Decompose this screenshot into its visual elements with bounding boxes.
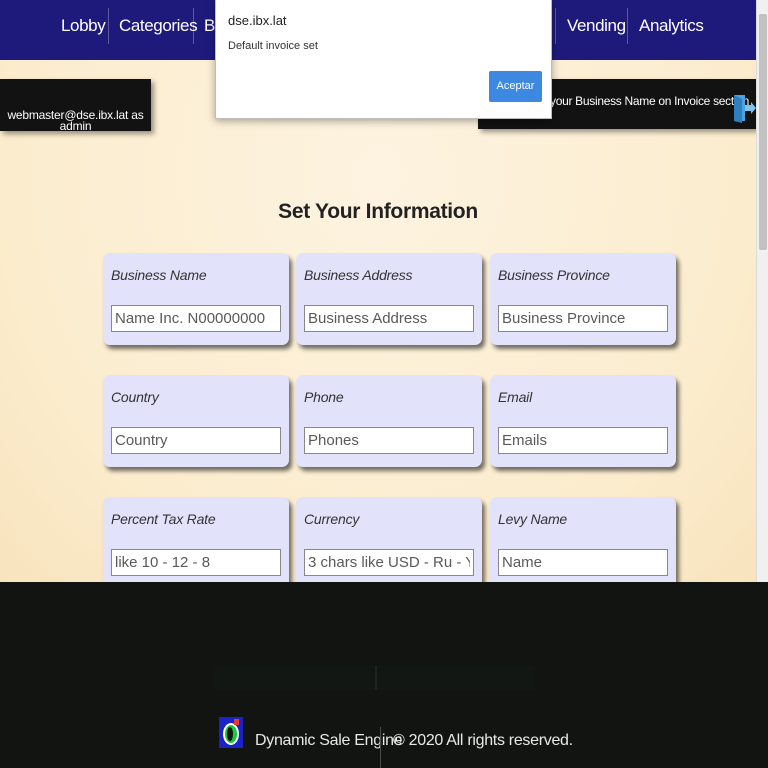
- nav-lobby[interactable]: Lobby: [51, 8, 115, 44]
- nav-divider: [555, 8, 556, 44]
- dialog-message: Default invoice set: [228, 40, 318, 52]
- email-label: Email: [498, 389, 533, 405]
- dialog-origin: dse.ibx.lat: [228, 13, 287, 28]
- currency-input[interactable]: [304, 549, 474, 576]
- business-name-input[interactable]: [111, 305, 281, 332]
- nav-vending[interactable]: Vending: [557, 8, 636, 44]
- email-input[interactable]: [498, 427, 668, 454]
- levy-name-card: Levy Name: [490, 497, 676, 582]
- footer-decoration: [215, 666, 535, 690]
- tax-rate-input[interactable]: [111, 549, 281, 576]
- business-name-card: Business Name: [103, 253, 289, 345]
- currency-card: Currency: [296, 497, 482, 582]
- email-card: Email: [490, 375, 676, 467]
- phone-label: Phone: [304, 389, 344, 405]
- nav-divider: [627, 8, 628, 44]
- business-name-label: Business Name: [111, 267, 207, 283]
- tax-rate-card: Percent Tax Rate: [103, 497, 289, 582]
- scrollbar-thumb[interactable]: [759, 14, 767, 250]
- country-card: Country: [103, 375, 289, 467]
- user-badge: webmaster@dse.ibx.lat as admin: [0, 79, 151, 133]
- alert-dialog: dse.ibx.lat Default invoice set Aceptar: [215, 0, 552, 119]
- country-label: Country: [111, 389, 159, 405]
- vertical-scrollbar[interactable]: [756, 0, 768, 582]
- phone-input[interactable]: [304, 427, 474, 454]
- business-address-input[interactable]: [304, 305, 474, 332]
- user-role: admin: [59, 119, 92, 133]
- business-address-label: Business Address: [304, 267, 413, 283]
- notice-text: your Business Name on Invoice section: [550, 94, 750, 108]
- currency-label: Currency: [304, 511, 360, 527]
- levy-name-label: Levy Name: [498, 511, 568, 527]
- business-province-card: Business Province: [490, 253, 676, 345]
- exit-door-icon[interactable]: [732, 93, 756, 123]
- business-province-input[interactable]: [498, 305, 668, 332]
- form-title: Set Your Information: [278, 200, 478, 223]
- business-address-card: Business Address: [296, 253, 482, 345]
- accept-button[interactable]: Aceptar: [489, 71, 542, 102]
- business-province-label: Business Province: [498, 267, 610, 283]
- phone-card: Phone: [296, 375, 482, 467]
- nav-analytics[interactable]: Analytics: [629, 8, 713, 44]
- app-logo-icon: [219, 717, 243, 748]
- footer-copyright: © 2020 All rights reserved.: [393, 732, 573, 749]
- tax-rate-label: Percent Tax Rate: [111, 511, 216, 527]
- footer-divider: [380, 727, 381, 768]
- country-input[interactable]: [111, 427, 281, 454]
- levy-name-input[interactable]: [498, 549, 668, 576]
